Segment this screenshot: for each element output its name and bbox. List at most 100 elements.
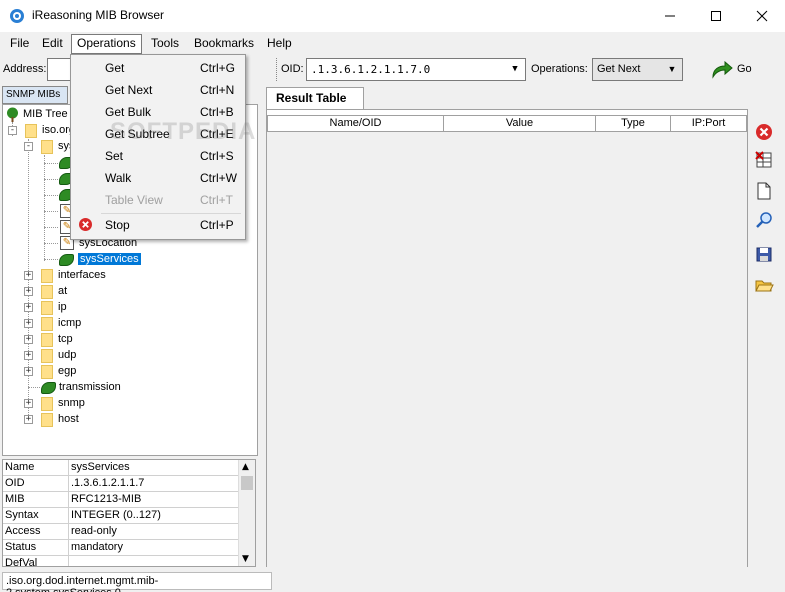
column-divider (68, 460, 69, 476)
folder-icon (41, 413, 53, 427)
properties-scrollbar[interactable]: ▲ ▼ (238, 460, 255, 566)
folder-icon (41, 317, 53, 331)
tree-connector (44, 227, 58, 228)
column-header-ip-port[interactable]: IP:Port (670, 115, 747, 132)
tree-icon (7, 107, 18, 122)
tree-node-sysservices[interactable]: sysServices (44, 252, 244, 268)
menu-item-walk[interactable]: Walk Ctrl+W (71, 167, 245, 189)
tree-connector (44, 259, 58, 260)
property-key: Status (5, 541, 37, 553)
chevron-down-icon[interactable]: ▼ (664, 61, 680, 78)
menu-tools[interactable]: Tools (145, 34, 185, 54)
menu-item-label: Walk (105, 171, 132, 185)
menu-item-set[interactable]: Set Ctrl+S (71, 145, 245, 167)
property-value: INTEGER (0..127) (71, 509, 161, 521)
expand-icon[interactable]: + (24, 415, 33, 424)
property-row-oid: OID .1.3.6.1.2.1.1.7 (3, 476, 239, 492)
expand-icon[interactable]: + (24, 335, 33, 344)
search-icon[interactable] (754, 210, 774, 230)
column-divider (68, 540, 69, 556)
menu-help[interactable]: Help (261, 34, 298, 54)
menu-file[interactable]: File (4, 34, 35, 54)
tree-node-udp[interactable]: + udp (23, 348, 223, 364)
tree-node-interfaces[interactable]: + interfaces (23, 268, 223, 284)
stop-icon[interactable] (754, 122, 774, 142)
tree-label: udp (58, 349, 77, 361)
minimize-button[interactable] (647, 0, 693, 32)
menu-item-shortcut: Ctrl+N (200, 83, 235, 97)
expand-icon[interactable]: + (24, 399, 33, 408)
menu-item-label: Stop (105, 218, 130, 232)
menu-item-shortcut: Ctrl+W (200, 171, 237, 185)
folder-icon (41, 333, 53, 347)
expand-icon[interactable]: + (24, 303, 33, 312)
column-divider (68, 492, 69, 508)
delete-table-icon[interactable] (754, 150, 774, 170)
tree-node-egp[interactable]: + egp (23, 364, 223, 380)
menu-bookmarks[interactable]: Bookmarks (188, 34, 260, 54)
column-header-name-oid[interactable]: Name/OID (267, 115, 444, 132)
tree-node-tcp[interactable]: + tcp (23, 332, 223, 348)
tree-label: snmp (58, 397, 85, 409)
menu-item-label: Set (105, 149, 124, 163)
property-key: Syntax (5, 509, 39, 521)
menu-item-get-next[interactable]: Get Next Ctrl+N (71, 79, 245, 101)
new-document-icon[interactable] (754, 181, 774, 201)
column-header-value[interactable]: Value (443, 115, 596, 132)
tab-snmp-mibs[interactable]: SNMP MIBs (2, 86, 68, 104)
tree-node-snmp[interactable]: + snmp (23, 396, 223, 412)
column-divider (68, 524, 69, 540)
collapse-icon[interactable]: - (8, 126, 17, 135)
collapse-icon[interactable]: - (24, 142, 33, 151)
scroll-up-icon[interactable]: ▲ (242, 462, 249, 472)
column-divider (68, 556, 69, 566)
tree-node-transmission[interactable]: transmission (23, 380, 223, 396)
minimize-icon (665, 15, 675, 17)
toolbar-separator (276, 58, 278, 81)
open-folder-icon[interactable] (754, 275, 774, 295)
menu-edit[interactable]: Edit (36, 34, 69, 54)
expand-icon[interactable]: + (24, 351, 33, 360)
oid-input[interactable]: .1.3.6.1.2.1.1.7.0 ▼ (306, 58, 526, 81)
expand-icon[interactable]: + (24, 287, 33, 296)
expand-icon[interactable]: + (24, 319, 33, 328)
address-input[interactable] (47, 58, 71, 81)
chevron-down-icon[interactable]: ▼ (507, 61, 523, 78)
status-bar: .iso.org.dod.internet.mgmt.mib-2.system.… (2, 572, 272, 592)
scroll-down-icon[interactable]: ▼ (242, 554, 249, 564)
column-header-type[interactable]: Type (595, 115, 671, 132)
expand-icon[interactable]: + (24, 271, 33, 280)
folder-icon (41, 365, 53, 379)
properties-table[interactable]: Name sysServices OID .1.3.6.1.2.1.1.7 MI… (2, 459, 256, 567)
close-button[interactable] (739, 0, 785, 32)
oid-value: .1.3.6.1.2.1.1.7.0 (311, 63, 431, 76)
scroll-thumb[interactable] (241, 476, 253, 490)
tab-result-table[interactable]: Result Table (266, 87, 364, 109)
maximize-button[interactable] (693, 0, 739, 32)
tree-node-at[interactable]: + at (23, 284, 223, 300)
expand-icon[interactable]: + (24, 367, 33, 376)
folder-icon (41, 301, 53, 315)
tree-connector (44, 243, 58, 244)
tree-label: host (58, 413, 79, 425)
tree-node-icmp[interactable]: + icmp (23, 316, 223, 332)
tree-node-ip[interactable]: + ip (23, 300, 223, 316)
tree-label: sysServices (78, 253, 141, 265)
menu-item-label: Get (105, 61, 125, 75)
save-icon[interactable] (754, 244, 774, 264)
go-label: Go (737, 63, 752, 75)
menu-item-get[interactable]: Get Ctrl+G (71, 57, 245, 79)
property-key: DefVal (5, 557, 38, 567)
operations-select[interactable]: Get Next ▼ (592, 58, 683, 81)
result-table[interactable] (267, 115, 747, 567)
tree-node-host[interactable]: + host (23, 412, 223, 428)
tree-label: interfaces (58, 269, 106, 281)
tree-label: MIB Tree (23, 108, 68, 120)
folder-icon (41, 349, 53, 363)
property-row-access: Access read-only (3, 524, 239, 540)
property-value: read-only (71, 525, 117, 537)
go-button[interactable]: Go (711, 60, 755, 80)
oid-label: OID: (281, 63, 304, 75)
menu-operations[interactable]: Operations (71, 34, 142, 54)
menu-item-stop[interactable]: Stop Ctrl+P (71, 214, 245, 236)
